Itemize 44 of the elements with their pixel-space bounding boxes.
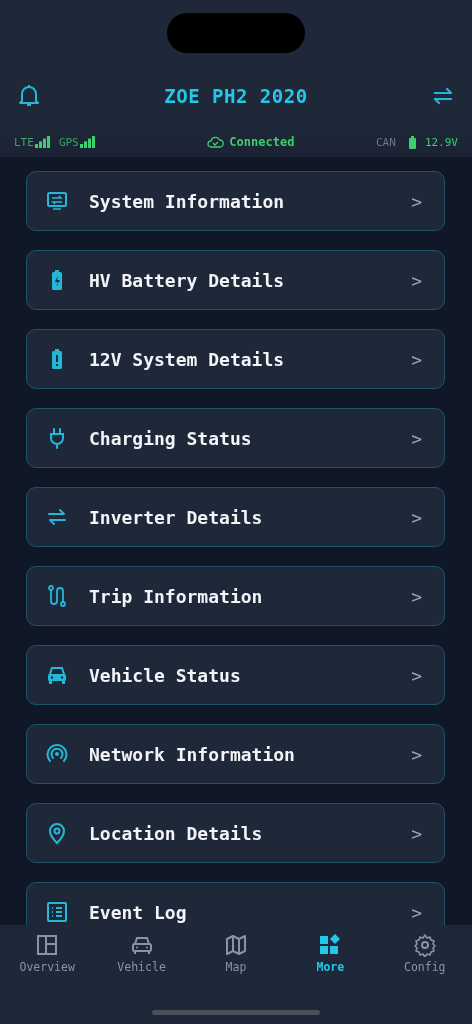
menu-item[interactable]: HV Battery Details >: [26, 250, 445, 310]
signal-icon: [79, 136, 96, 148]
widgets-icon: [318, 933, 343, 957]
chevron-icon: >: [411, 348, 422, 370]
chevron-icon: >: [411, 585, 422, 607]
map-icon: [223, 933, 248, 957]
menu-item[interactable]: Event Log >: [26, 882, 445, 925]
chevron-icon: >: [411, 190, 422, 212]
menu-item[interactable]: Charging Status >: [26, 408, 445, 468]
nav-tab[interactable]: Overview: [7, 933, 88, 974]
signal-icon: [34, 136, 51, 148]
menu-item[interactable]: Inverter Details >: [26, 487, 445, 547]
menu-item[interactable]: System Information >: [26, 171, 445, 231]
monitor-icon: [45, 189, 69, 213]
menu-item[interactable]: 12V System Details >: [26, 329, 445, 389]
route-icon: [45, 584, 69, 608]
menu-item[interactable]: Vehicle Status >: [26, 645, 445, 705]
can-label: CAN: [376, 135, 396, 149]
menu-item[interactable]: Trip Information >: [26, 566, 445, 626]
menu-item[interactable]: Location Details >: [26, 803, 445, 863]
chevron-icon: >: [411, 427, 422, 449]
chevron-icon: >: [411, 822, 422, 844]
swap-arrows-icon[interactable]: [432, 87, 454, 105]
cloud-check-icon: [207, 136, 225, 148]
lte-label: LTE: [14, 135, 34, 149]
connection-status: Connected: [229, 135, 295, 149]
chevron-icon: >: [411, 664, 422, 686]
gps-label: GPS: [58, 135, 79, 149]
list-icon: [45, 900, 69, 924]
nav-tab[interactable]: Map: [195, 933, 276, 974]
chevron-icon: >: [411, 506, 422, 528]
window-title: ZOE PH2 2020: [164, 85, 308, 107]
bell-icon[interactable]: [18, 84, 40, 108]
chevron-icon: >: [411, 901, 422, 923]
nav-tab[interactable]: Config: [384, 933, 465, 974]
chevron-icon: >: [411, 269, 422, 291]
chevron-icon: >: [411, 743, 422, 765]
settings-icon: [412, 933, 437, 957]
battery-icon: [408, 135, 416, 149]
nav-tab[interactable]: Vehicle: [101, 933, 182, 974]
panels-icon: [35, 933, 60, 957]
menu-item[interactable]: Network Information >: [26, 724, 445, 784]
voltage-reading: 12.9V: [424, 135, 458, 149]
nav-tab[interactable]: More: [290, 933, 371, 974]
